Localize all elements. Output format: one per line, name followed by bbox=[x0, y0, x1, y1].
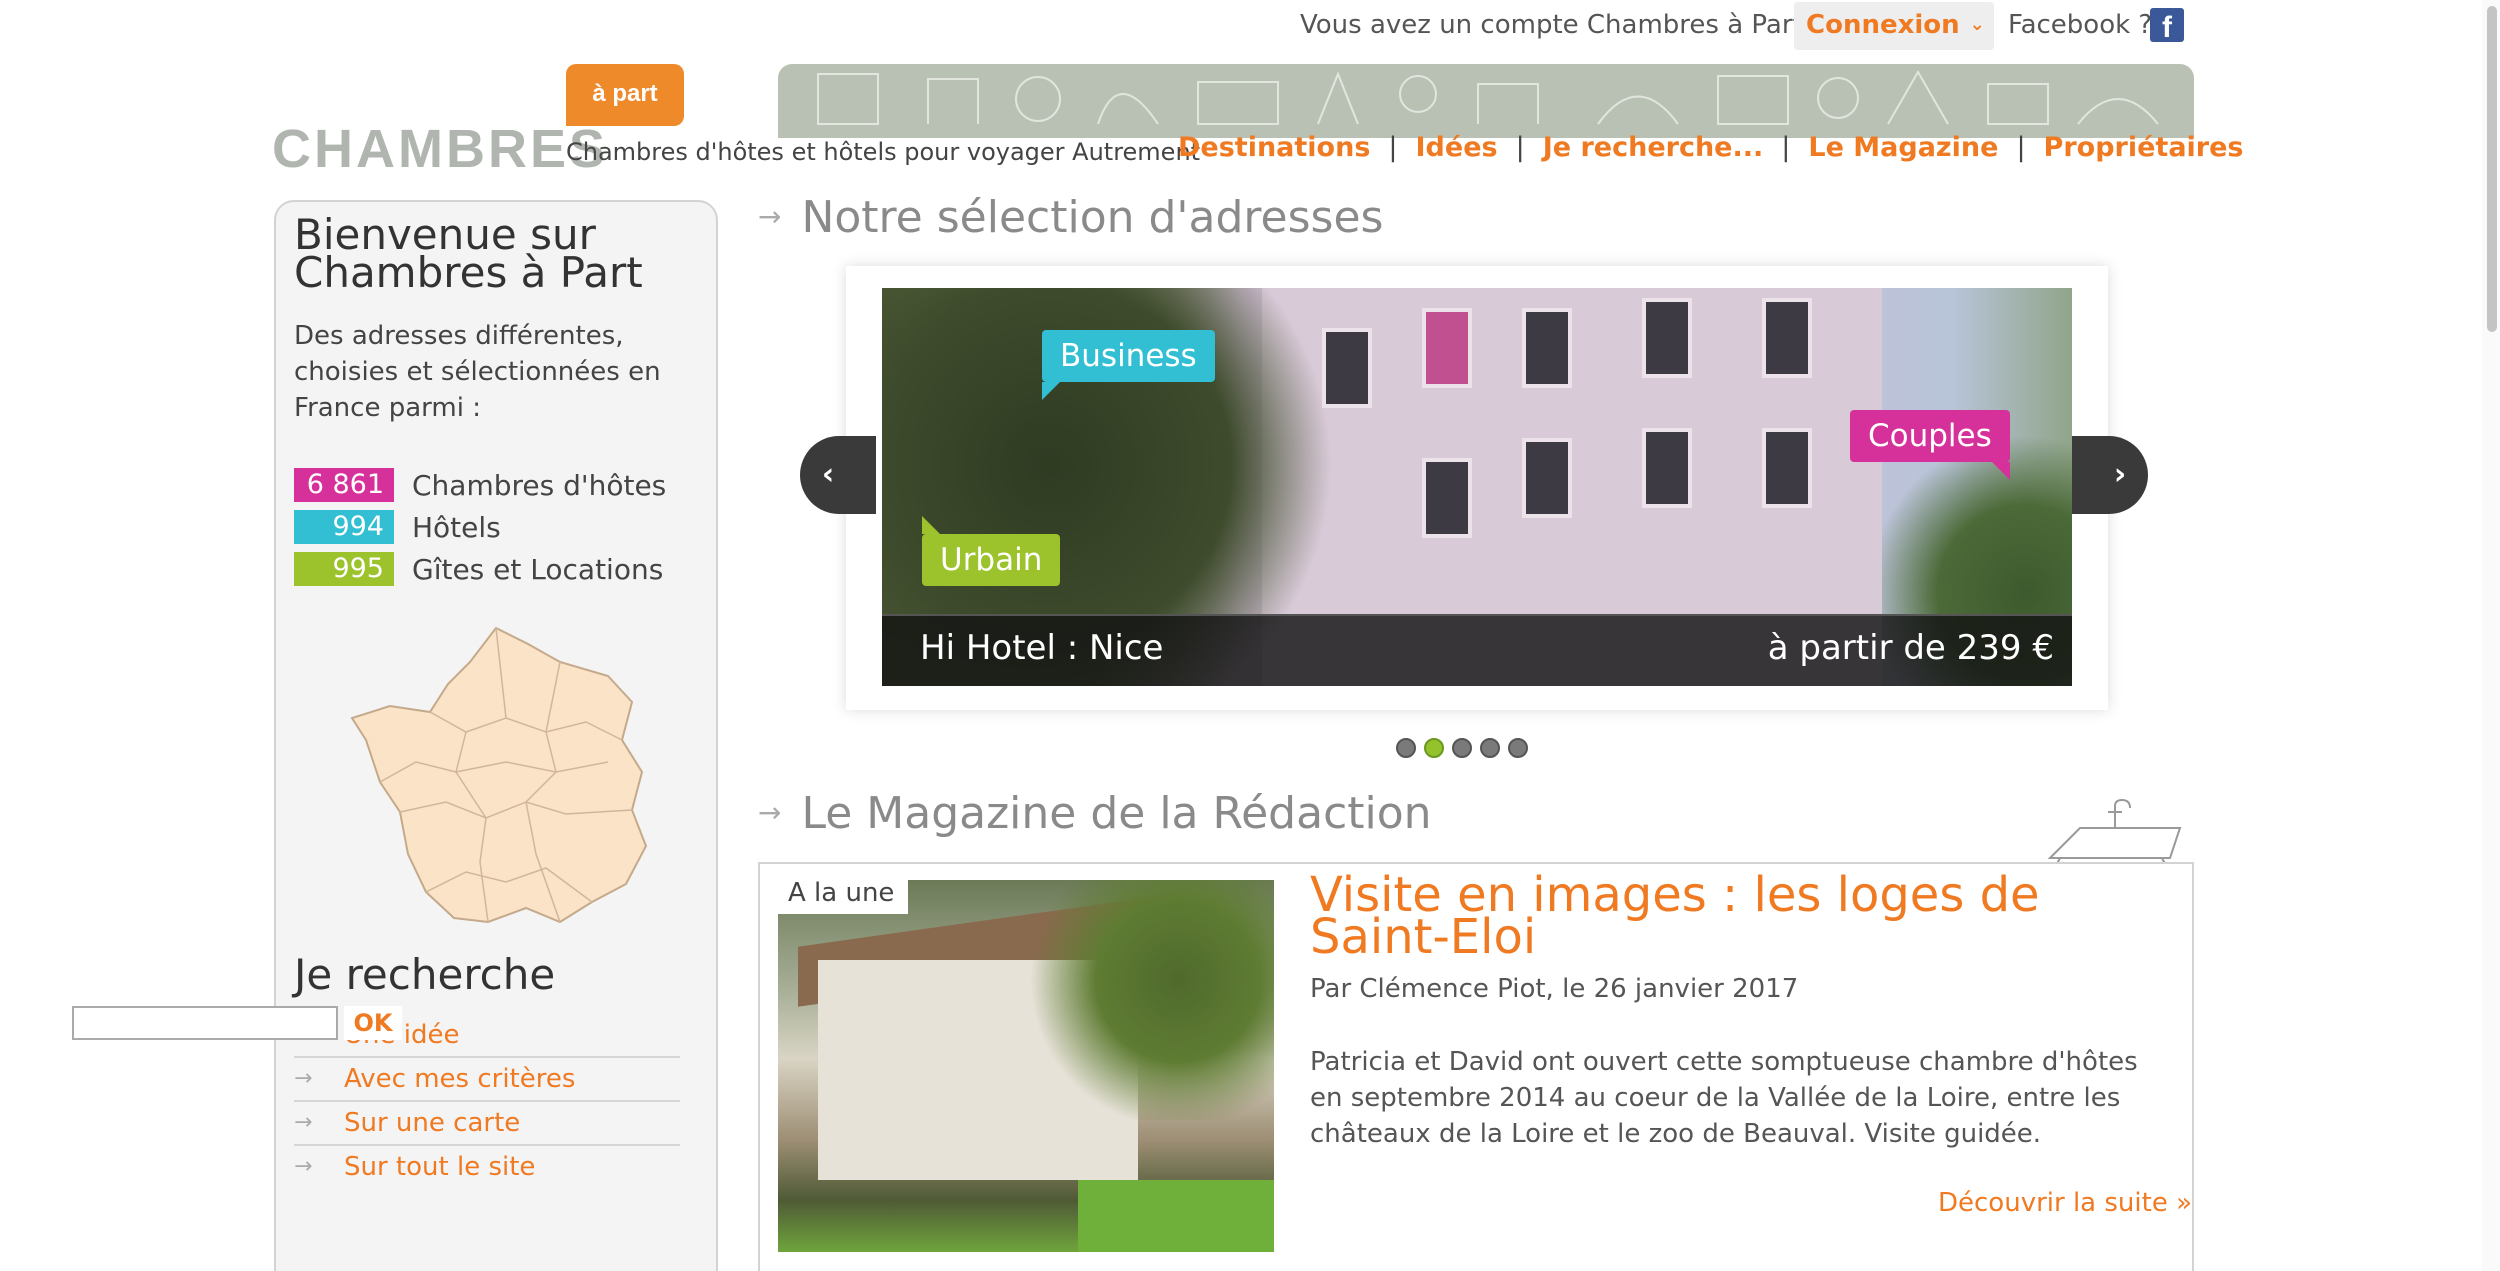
magazine-heading: → Le Magazine de la Rédaction bbox=[758, 788, 1432, 839]
search-link-carte[interactable]: → Sur une carte bbox=[294, 1102, 680, 1146]
photo-window bbox=[1522, 438, 1572, 518]
tag-urbain[interactable]: Urbain bbox=[922, 516, 1061, 586]
photo-window bbox=[1762, 298, 1812, 378]
nav-separator: | bbox=[1515, 132, 1525, 163]
slider-dot[interactable] bbox=[1508, 738, 1528, 758]
slider-dot[interactable] bbox=[1480, 738, 1500, 758]
search-link-label: Avec mes critères bbox=[344, 1064, 576, 1094]
article-photo[interactable] bbox=[778, 880, 1274, 1252]
search-links: →Une idée →Avec mes critères →Sur une ca… bbox=[294, 1014, 680, 1190]
main-nav: Destinations | Idées | Je recherche... | Le Ma… bbox=[1178, 132, 2244, 163]
tag-couples[interactable]: Couples bbox=[1850, 410, 2010, 480]
page-scrollbar[interactable] bbox=[2482, 0, 2500, 1271]
listing-counts: 6 861 Chambres d'hôtes 994 Hôtels 995 Gî… bbox=[294, 464, 666, 590]
slide-hotel-name: Hi Hotel : Nice bbox=[920, 628, 1164, 668]
slider-dot[interactable] bbox=[1396, 738, 1416, 758]
count-label: Chambres d'hôtes bbox=[412, 468, 667, 502]
nav-je-recherche[interactable]: Je recherche... bbox=[1543, 132, 1764, 163]
top-bar: Vous avez un compte Chambres à Part ? Co… bbox=[0, 0, 2500, 52]
search-ok-button[interactable]: OK bbox=[344, 1006, 402, 1040]
nav-idees[interactable]: Idées bbox=[1416, 132, 1498, 163]
count-row-hotels[interactable]: 994 Hôtels bbox=[294, 506, 666, 548]
nav-destinations[interactable]: Destinations bbox=[1178, 132, 1370, 163]
photo-window bbox=[1762, 428, 1812, 508]
nav-separator: | bbox=[1781, 132, 1791, 163]
read-more-link[interactable]: Découvrir la suite » bbox=[1938, 1188, 2192, 1218]
connexion-label: Connexion bbox=[1806, 10, 1960, 40]
slider-prev-button[interactable]: ‹ bbox=[800, 436, 876, 514]
slide-caption: Hi Hotel : Nice à partir de 239 € bbox=[882, 614, 2072, 686]
count-row-gites[interactable]: 995 Gîtes et Locations bbox=[294, 548, 666, 590]
nav-separator: | bbox=[1388, 132, 1398, 163]
slider-dot[interactable] bbox=[1452, 738, 1472, 758]
chevron-right-icon: › bbox=[2113, 457, 2127, 492]
arrow-right-icon: → bbox=[294, 1110, 313, 1135]
france-map[interactable] bbox=[346, 622, 666, 942]
chevron-down-icon: ⌄ bbox=[1969, 14, 1985, 35]
welcome-title: Bienvenue sur Chambres à Part bbox=[294, 210, 643, 297]
account-prompt: Vous avez un compte Chambres à Part ? bbox=[1300, 10, 1825, 40]
count-label: Gîtes et Locations bbox=[412, 552, 664, 586]
selection-heading: → Notre sélection d'adresses bbox=[758, 192, 1383, 243]
photo-window bbox=[1642, 298, 1692, 378]
a-la-une-badge: A la une bbox=[778, 874, 909, 914]
chevron-left-icon: ‹ bbox=[821, 457, 835, 492]
arrow-right-icon: → bbox=[294, 1066, 313, 1091]
arrow-right-icon: → bbox=[758, 200, 782, 233]
search-link-label: Sur tout le site bbox=[344, 1152, 536, 1182]
sidebar: Bienvenue sur Chambres à Part Des adress… bbox=[274, 200, 718, 1271]
search-link-site[interactable]: → Sur tout le site bbox=[294, 1146, 680, 1190]
selection-title: Notre sélection d'adresses bbox=[801, 192, 1384, 243]
photo-grass bbox=[1078, 1180, 1274, 1252]
search-link-criteres[interactable]: → Avec mes critères bbox=[294, 1058, 680, 1102]
scrollbar-thumb[interactable] bbox=[2487, 6, 2497, 332]
article-byline: Par Clémence Piot, le 26 janvier 2017 bbox=[1310, 974, 1799, 1004]
photo-window bbox=[1422, 308, 1472, 388]
arrow-right-icon: → bbox=[758, 796, 782, 829]
nav-separator: | bbox=[2016, 132, 2026, 163]
facebook-link[interactable]: Facebook ? bbox=[2008, 10, 2152, 40]
facebook-icon[interactable]: f bbox=[2150, 8, 2184, 42]
site-search-input[interactable] bbox=[72, 1006, 338, 1040]
count-row-chambres[interactable]: 6 861 Chambres d'hôtes bbox=[294, 464, 666, 506]
connexion-button[interactable]: Connexion ⌄ bbox=[1794, 2, 1994, 50]
count-badge: 6 861 bbox=[294, 468, 394, 502]
banner-sketch-illustration bbox=[817, 69, 2159, 125]
slide-price: à partir de 239 € bbox=[1767, 628, 2054, 668]
photo-tree bbox=[1028, 880, 1274, 1120]
count-label: Hôtels bbox=[412, 510, 501, 544]
nav-magazine[interactable]: Le Magazine bbox=[1808, 132, 1998, 163]
search-link-label: Sur une carte bbox=[344, 1108, 521, 1138]
slider-next-button[interactable]: › bbox=[2072, 436, 2148, 514]
tag-business[interactable]: Business bbox=[1042, 330, 1215, 400]
count-badge: 995 bbox=[294, 552, 394, 586]
welcome-intro: Des adresses différentes, choisies et sé… bbox=[294, 321, 661, 423]
arrow-right-icon: → bbox=[294, 1154, 313, 1179]
article-title[interactable]: Visite en images : les loges de Saint-El… bbox=[1310, 871, 2170, 961]
magazine-title: Le Magazine de la Rédaction bbox=[801, 788, 1432, 839]
article-excerpt: Patricia et David ont ouvert cette sompt… bbox=[1310, 1047, 2138, 1149]
header-banner bbox=[778, 64, 2194, 138]
photo-window bbox=[1522, 308, 1572, 388]
photo-window bbox=[1642, 428, 1692, 508]
nav-proprietaires[interactable]: Propriétaires bbox=[2044, 132, 2244, 163]
logo-tag: à part bbox=[566, 64, 684, 126]
slider-dot[interactable] bbox=[1424, 738, 1444, 758]
slider-dots bbox=[1396, 738, 1528, 758]
bathtub-sketch-icon bbox=[2047, 798, 2182, 867]
logo-wordmark: CHAMBRES bbox=[272, 119, 609, 179]
site-slogan: Chambres d'hôtes et hôtels pour voyager … bbox=[566, 138, 1201, 166]
search-title: Je recherche bbox=[294, 950, 556, 999]
photo-window bbox=[1422, 458, 1472, 538]
count-badge: 994 bbox=[294, 510, 394, 544]
